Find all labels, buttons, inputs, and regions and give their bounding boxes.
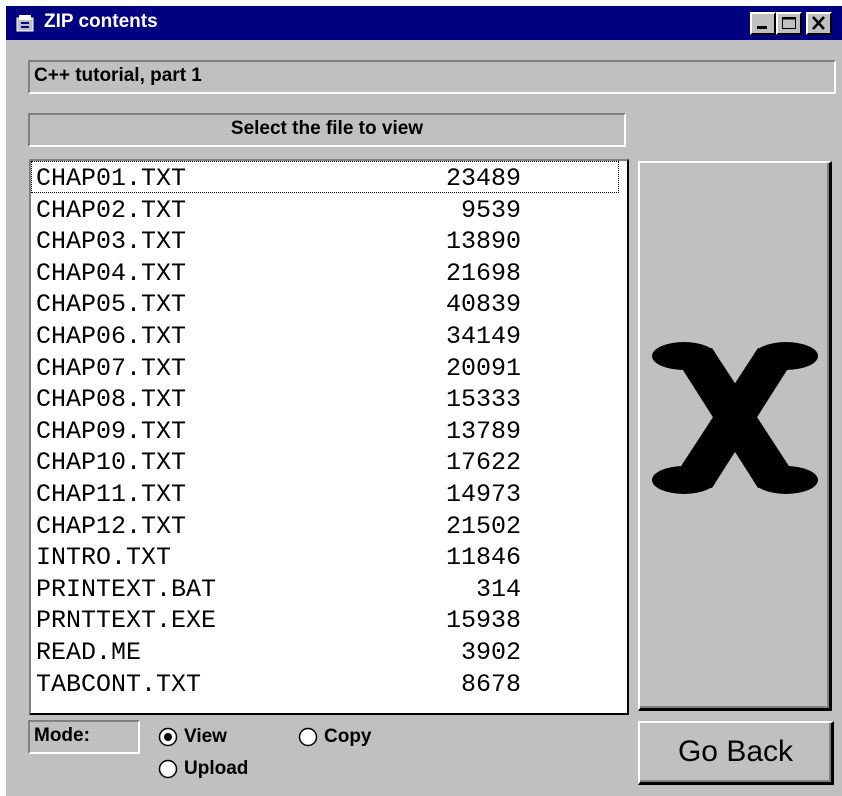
radio-copy-label: Copy [324, 726, 372, 747]
file-name: CHAP01.TXT [36, 164, 187, 193]
file-name: PRINTEXT.BAT [36, 574, 217, 604]
file-row[interactable]: TABCONT.TXT 8678 [31, 667, 619, 699]
radio-unchecked-icon [298, 727, 318, 747]
file-name: CHAP12.TXT [36, 511, 187, 541]
file-size: 21502 [445, 511, 521, 541]
file-name: PRNTTEXT.EXE [36, 606, 217, 636]
file-row[interactable]: READ.ME 3902 [31, 635, 619, 667]
file-name: TABCONT.TXT [36, 669, 202, 699]
file-size: 3902 [460, 637, 521, 667]
go-back-button[interactable]: Go Back [638, 721, 834, 785]
file-size: 14973 [445, 479, 521, 509]
file-row[interactable]: CHAP05.TXT 40839 [31, 287, 619, 319]
file-row[interactable]: CHAP03.TXT 13890 [31, 224, 619, 256]
zip-contents-window: ZIP contents C++ tutorial, part 1 Select… [6, 6, 842, 796]
file-name: CHAP06.TXT [36, 321, 187, 351]
file-size: 17622 [445, 448, 521, 478]
maximize-icon [782, 17, 796, 29]
file-row[interactable]: CHAP09.TXT 13789 [31, 414, 619, 446]
file-row[interactable]: CHAP01.TXT 23489 [31, 161, 619, 193]
file-size: 40839 [445, 290, 521, 320]
file-name: CHAP11.TXT [36, 479, 187, 509]
file-size: 8678 [460, 669, 521, 699]
file-row[interactable]: CHAP11.TXT 14973 [31, 477, 619, 509]
file-row[interactable]: CHAP12.TXT 21502 [31, 509, 619, 541]
file-size: 20091 [445, 353, 521, 383]
file-list[interactable]: CHAP01.TXT 23489 CHAP02.TXT 9539 CHAP03.… [29, 159, 629, 715]
file-row[interactable]: CHAP04.TXT 21698 [31, 256, 619, 288]
file-name: CHAP03.TXT [36, 227, 187, 257]
file-name: CHAP05.TXT [36, 290, 187, 320]
file-name: CHAP04.TXT [36, 258, 187, 288]
file-size: 11846 [445, 543, 521, 573]
radio-checked-icon [158, 727, 178, 747]
maximize-button[interactable] [776, 12, 802, 35]
radio-unchecked-icon [158, 759, 178, 779]
minimize-button[interactable] [750, 12, 776, 35]
file-size: 34149 [445, 321, 521, 351]
file-name: CHAP02.TXT [36, 195, 187, 225]
file-row[interactable]: CHAP06.TXT 34149 [31, 319, 619, 351]
file-name: READ.ME [36, 637, 142, 667]
file-row[interactable]: PRINTEXT.BAT 314 [31, 572, 619, 604]
x-action-button[interactable] [638, 161, 832, 711]
file-size: 21698 [445, 258, 521, 288]
file-name: CHAP09.TXT [36, 416, 187, 446]
instruction-label: Select the file to view [28, 113, 626, 147]
file-name: CHAP07.TXT [36, 353, 187, 383]
file-row[interactable]: INTRO.TXT 11846 [31, 540, 619, 572]
file-size: 15333 [445, 385, 521, 415]
mode-label: Mode: [28, 720, 140, 754]
file-row[interactable]: CHAP10.TXT 17622 [31, 445, 619, 477]
close-icon [812, 16, 825, 30]
title-bar[interactable]: ZIP contents [6, 6, 842, 40]
minimize-icon [757, 26, 767, 29]
close-button[interactable] [806, 12, 832, 35]
radio-view-label: View [184, 726, 227, 747]
zip-name-label: C++ tutorial, part 1 [28, 60, 836, 94]
file-name: CHAP10.TXT [36, 448, 187, 478]
file-row[interactable]: PRNTTEXT.EXE 15938 [31, 603, 619, 635]
file-row[interactable]: CHAP07.TXT 20091 [31, 351, 619, 383]
window-title: ZIP contents [44, 11, 158, 32]
file-name: INTRO.TXT [36, 543, 172, 573]
file-row[interactable]: CHAP02.TXT 9539 [31, 193, 619, 225]
file-size: 13789 [445, 416, 521, 446]
file-row[interactable]: CHAP08.TXT 15333 [31, 382, 619, 414]
file-size: 314 [475, 574, 521, 604]
file-name: CHAP08.TXT [36, 385, 187, 415]
radio-upload-label: Upload [184, 758, 249, 779]
file-size: 15938 [445, 606, 521, 636]
file-size: 9539 [460, 195, 521, 225]
file-size: 13890 [445, 227, 521, 257]
file-size: 23489 [445, 164, 521, 193]
zip-app-icon[interactable] [16, 14, 36, 32]
x-icon [652, 342, 818, 494]
